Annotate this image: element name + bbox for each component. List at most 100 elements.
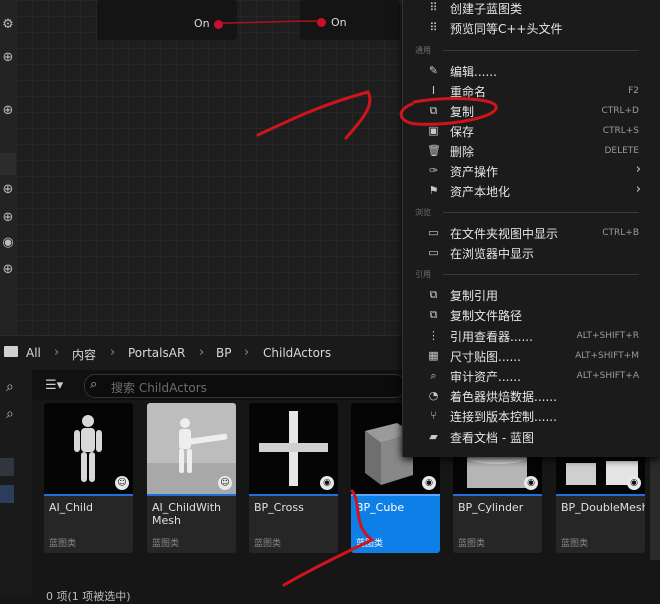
menu-item-label: 在文件夹视图中显示 (450, 227, 559, 241)
audit-icon: ⌕ (430, 369, 437, 382)
add-icon[interactable]: ⊕ (0, 261, 16, 279)
asset-type-bar (147, 494, 236, 496)
menu-item-label: 引用查看器...... (450, 330, 533, 344)
input-pin[interactable] (317, 18, 326, 27)
menu-section-common: 通用 (415, 46, 431, 55)
asset-type-bar (453, 494, 542, 496)
add-icon[interactable]: ⊕ (0, 181, 16, 199)
folder-tree-item[interactable] (0, 458, 14, 476)
asset-name: BP_Cylinder (458, 501, 524, 514)
menu-item-reference-viewer[interactable]: ⋮ 引用查看器...... ALT+SHIFT+R (403, 326, 660, 346)
breadcrumb-item-portalsar[interactable]: PortalsAR (128, 346, 185, 360)
annotation-stroke-2 (282, 489, 375, 587)
edit-icon: ✎ (428, 64, 439, 77)
search-input[interactable]: ⌕ 搜索 ChildActors (84, 374, 406, 398)
status-text: 0 项(1 项被选中) (46, 590, 131, 603)
menu-item-label: 审计资产...... (450, 370, 521, 384)
menu-item-label: 创建子蓝图类 (450, 2, 523, 16)
menu-shortcut: CTRL+S (602, 126, 639, 136)
menu-item-size-map[interactable]: ▦ 尺寸贴图...... ALT+SHIFT+M (403, 346, 660, 366)
menu-shortcut: CTRL+B (602, 228, 639, 238)
menu-item-asset-actions[interactable]: ✑ 资产操作 › (403, 161, 660, 181)
pin-label-on-2: On (331, 16, 347, 29)
menu-item-asset-localization[interactable]: ⚑ 资产本地化 › (403, 181, 660, 201)
asset-name: BP_DoubleMesh (561, 501, 645, 514)
docs-icon: ▰ (429, 430, 438, 443)
menu-section-references: 引用 (415, 270, 431, 279)
chevron-right-icon: › (199, 345, 205, 360)
search-placeholder: 搜索 ChildActors (111, 381, 207, 395)
menu-item-view-docs[interactable]: ▰ 查看文档 - 蓝图 (403, 427, 660, 447)
character-badge-icon: ☺ (115, 476, 129, 490)
add-icon[interactable]: ⊕ (0, 209, 16, 227)
asset-tile-ai-child[interactable]: ☺ AI_Child 蓝图类 (44, 403, 133, 553)
menu-shortcut: CTRL+D (601, 106, 639, 116)
breadcrumb-item-content[interactable]: 内容 (72, 346, 96, 363)
menu-divider (443, 274, 639, 275)
chevron-right-icon: › (244, 345, 250, 360)
annotation-circle (399, 97, 498, 126)
breadcrumb-item-all[interactable]: All (26, 346, 41, 360)
trash-icon: 🗑 (427, 144, 441, 157)
gear-icon[interactable]: ⚙ (0, 16, 16, 34)
menu-item-audit-assets[interactable]: ⌕ 审计资产...... ALT+SHIFT+A (403, 366, 660, 386)
copy-path-icon: ⧉ (429, 308, 438, 321)
breadcrumb-item-childactors[interactable]: ChildActors (263, 346, 331, 360)
menu-item-label: 连接到版本控制...... (450, 410, 557, 424)
folder-tree-item-selected[interactable] (0, 485, 14, 503)
add-icon[interactable]: ⊕ (0, 102, 16, 120)
menu-item-label: 复制文件路径 (450, 309, 523, 323)
add-icon[interactable]: ⊕ (0, 49, 16, 67)
actor-badge-icon: ◉ (627, 476, 641, 490)
size-map-icon: ▦ (428, 349, 439, 362)
menu-item-shader-cook-data[interactable]: ◔ 着色器烘焙数据...... (403, 386, 660, 406)
folder-browse-icon: ▭ (428, 246, 439, 259)
ref-viewer-icon: ⋮ (428, 329, 439, 342)
asset-type-bar (44, 494, 133, 496)
menu-shortcut: DELETE (604, 146, 639, 156)
pin-label-on-1: On (194, 17, 210, 30)
menu-item-preview-cpp-header[interactable]: ⠿ 预览同等C++头文件 (403, 18, 660, 38)
breadcrumb-item-bp[interactable]: BP (216, 346, 231, 360)
actor-badge-icon: ◉ (524, 476, 538, 490)
menu-item-label: 在浏览器中显示 (450, 247, 535, 261)
menu-section-explore: 浏览 (415, 208, 431, 217)
folder-icon (4, 346, 18, 357)
menu-item-delete[interactable]: 🗑 删除 DELETE (403, 141, 660, 161)
menu-shortcut: ALT+SHIFT+M (575, 351, 639, 361)
chevron-right-icon: › (54, 345, 60, 360)
flag-icon: ⚑ (428, 184, 439, 197)
search-icon[interactable]: ⌕ (6, 406, 14, 422)
exec-wire (222, 20, 318, 24)
wrench-icon: ✑ (428, 164, 439, 177)
search-icon: ⌕ (90, 377, 98, 392)
eye-icon[interactable]: ◉ (0, 234, 16, 252)
menu-item-show-in-folder-view[interactable]: ▭ 在文件夹视图中显示 CTRL+B (403, 223, 660, 243)
menu-item-copy-file-path[interactable]: ⧉ 复制文件路径 (403, 305, 660, 325)
actor-badge-icon: ◉ (422, 476, 436, 490)
asset-name: AI_ChildWith Mesh (152, 501, 221, 527)
asset-type: 蓝图类 (561, 539, 589, 549)
menu-item-edit[interactable]: ✎ 编辑...... (403, 61, 660, 81)
filter-icon[interactable]: ☰▾ (45, 378, 63, 393)
asset-tile-ai-childwithmesh[interactable]: ☺ AI_ChildWith Mesh 蓝图类 (147, 403, 236, 553)
menu-item-label: 预览同等C++头文件 (450, 22, 563, 36)
menu-item-copy-reference[interactable]: ⧉ 复制引用 (403, 285, 660, 305)
asset-type: 蓝图类 (49, 539, 77, 549)
side-section-header (0, 153, 16, 175)
menu-shortcut: ALT+SHIFT+A (576, 371, 639, 381)
menu-divider (443, 50, 639, 51)
folder-search-icon: ▭ (428, 226, 439, 239)
asset-name: AI_Child (49, 501, 94, 514)
menu-item-show-in-explorer[interactable]: ▭ 在浏览器中显示 (403, 243, 660, 263)
menu-item-connect-source-control[interactable]: ⑂ 连接到版本控制...... (403, 406, 660, 426)
menu-item-create-child-blueprint[interactable]: ⠿ 创建子蓝图类 (403, 0, 660, 18)
asset-type-bar (556, 494, 645, 496)
sources-panel: ⌕ ⌕ (0, 370, 32, 597)
context-menu: ⠿ 创建子蓝图类 ⠿ 预览同等C++头文件 通用 ✎ 编辑...... Ⅰ 重命… (402, 0, 660, 457)
menu-item-label: 资产本地化 (450, 185, 511, 199)
menu-shortcut: F2 (628, 86, 639, 96)
source-control-icon: ⑂ (430, 409, 437, 422)
search-icon[interactable]: ⌕ (6, 379, 14, 395)
copy-ref-icon: ⧉ (429, 288, 438, 301)
